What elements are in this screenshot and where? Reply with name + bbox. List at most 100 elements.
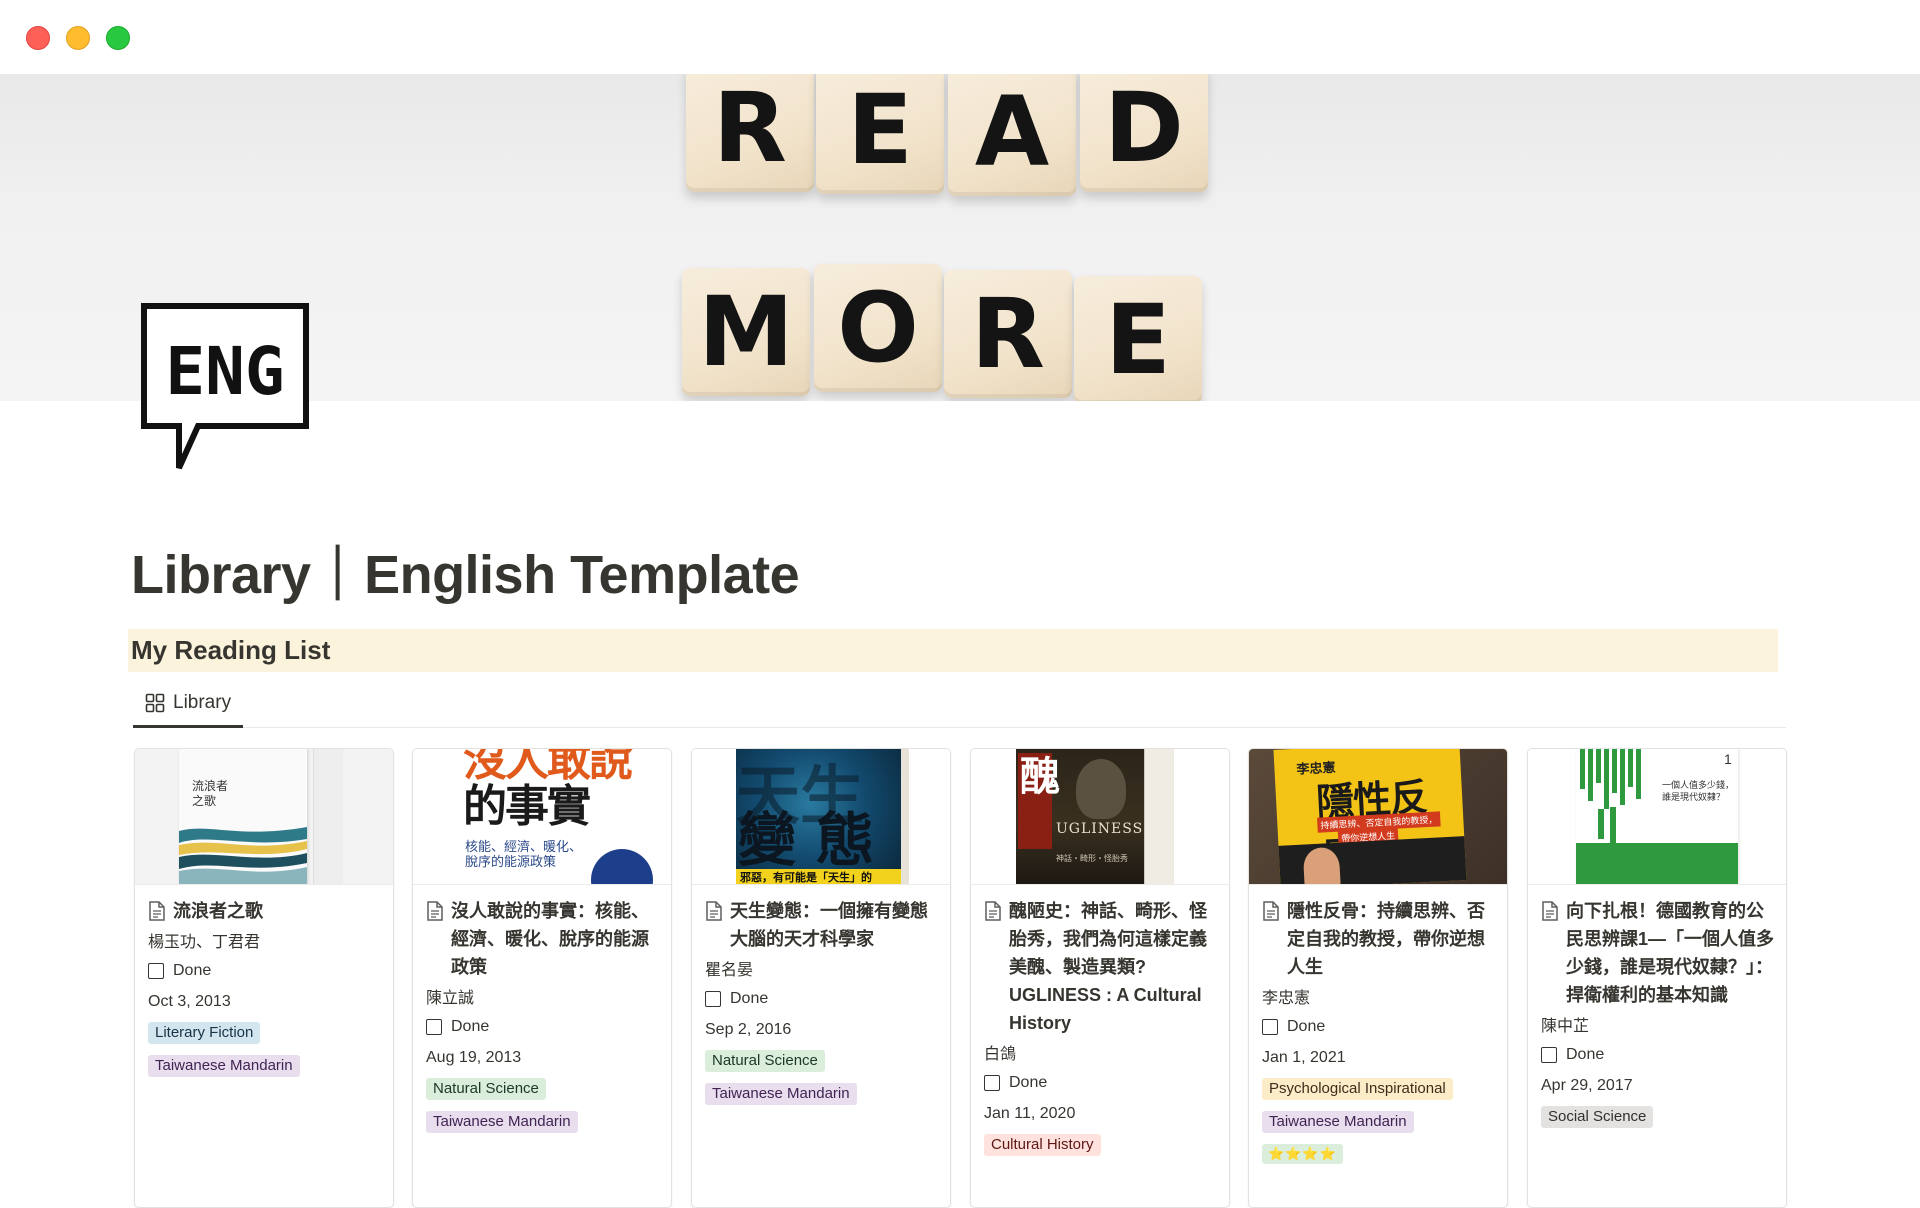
- cover-tile: E: [1074, 276, 1202, 401]
- gallery-card[interactable]: 1 一個人值多少錢， 誰是現代奴隸？ 向下扎根！德國教育的公民思辨課1—「一個人…: [1527, 748, 1787, 1208]
- card-title[interactable]: 醜陋史：神話、畸形、怪胎秀，我們為何這樣定義美醜、製造異類? UGLINESS …: [1009, 897, 1220, 1037]
- tag-genre: Natural Science: [426, 1078, 546, 1100]
- status-label: Done: [173, 962, 212, 979]
- reading-list-heading: My Reading List: [128, 629, 1778, 672]
- date: Apr 29, 2017: [1541, 1077, 1633, 1094]
- author: 白鴿: [984, 1046, 1017, 1063]
- gallery-card[interactable]: 李忠憲 隱性反骨 持續思辨、否定自我的教授， 帶你逆想人生 隱性反骨：持續思辨、…: [1248, 748, 1508, 1208]
- cover-title-line: 流浪者: [192, 779, 229, 793]
- author: 李忠憲: [1262, 990, 1311, 1007]
- cover-subtitle-line: 核能、經濟、暖化、: [465, 839, 583, 854]
- cover-tile: R: [944, 270, 1072, 398]
- tag-genre: Psychological Inspirational: [1262, 1078, 1453, 1100]
- database-view-tabs: Library: [133, 680, 1786, 728]
- page-icon: [149, 901, 165, 921]
- date: Jan 1, 2021: [1262, 1049, 1346, 1066]
- cover-tile: R: [686, 74, 814, 192]
- card-title[interactable]: 隱性反骨：持續思辨、否定自我的教授，帶你逆想人生: [1287, 897, 1498, 981]
- page-icon: [1263, 901, 1279, 921]
- cover-title-char: 醜: [1020, 755, 1060, 799]
- book-cover-thumbnail: 醜 UGLINESS 神話・畸形・怪胎秀: [971, 749, 1229, 885]
- gallery-view-icon: [145, 693, 165, 712]
- status-checkbox-row[interactable]: Done: [1541, 1046, 1777, 1064]
- cover-title-char: 變: [738, 808, 797, 873]
- page-icon: [985, 901, 1001, 921]
- cover-subtitle-line: 一個人值多少錢，: [1662, 780, 1735, 790]
- gallery-card[interactable]: 沒人敢說 的事實 核能、經濟、暖化、 脫序的能源政策 沒人敢說的事實：核能、經濟…: [412, 748, 672, 1208]
- tag-language: Taiwanese Mandarin: [705, 1083, 857, 1105]
- book-cover-thumbnail: 天生 變 態 邪惡，有可能是「天生」的: [692, 749, 950, 885]
- tab-library[interactable]: Library: [133, 680, 244, 728]
- status-label: Done: [1566, 1046, 1605, 1063]
- cover-subtitle-line: 脫序的能源政策: [465, 854, 557, 869]
- page-icon: [427, 901, 443, 921]
- status-label: Done: [451, 1018, 490, 1035]
- cover-tagline: 邪惡，有可能是「天生」的: [736, 869, 901, 884]
- status-checkbox[interactable]: [984, 1075, 1000, 1091]
- date: Aug 19, 2013: [426, 1049, 522, 1066]
- cover-subtitle: 神話・畸形・怪胎秀: [1056, 854, 1128, 863]
- status-label: Done: [1287, 1018, 1326, 1035]
- cover-title-line: 的事實: [463, 782, 591, 831]
- tag-genre: Literary Fiction: [148, 1022, 261, 1044]
- page-icon: [1542, 901, 1558, 921]
- status-checkbox-row[interactable]: Done: [1262, 1018, 1498, 1036]
- status-checkbox[interactable]: [705, 991, 721, 1007]
- status-label: Done: [730, 990, 769, 1007]
- author: 陳立誠: [426, 990, 475, 1007]
- speech-bubble-icon[interactable]: ENG: [140, 302, 312, 474]
- tag-language: Taiwanese Mandarin: [426, 1111, 578, 1133]
- window-titlebar: [0, 0, 1920, 74]
- cover-tile: E: [816, 74, 944, 194]
- author: 楊玉功、丁君君: [148, 934, 261, 951]
- date: Sep 2, 2016: [705, 1021, 792, 1038]
- status-checkbox-row[interactable]: Done: [426, 1018, 662, 1036]
- status-checkbox[interactable]: [148, 963, 164, 979]
- close-window-button[interactable]: [26, 26, 50, 50]
- status-label: Done: [1009, 1074, 1048, 1091]
- cover-subtitle-line: 誰是現代奴隸？: [1662, 792, 1726, 802]
- minimize-window-button[interactable]: [66, 26, 90, 50]
- gallery-card[interactable]: 流浪者 之歌 流浪者之歌 楊玉功、丁君君 Done Oct 3, 2013 Li…: [134, 748, 394, 1208]
- rating-stars: ⭐⭐⭐⭐: [1262, 1144, 1343, 1164]
- tag-genre: Cultural History: [984, 1134, 1101, 1156]
- book-cover-thumbnail: 流浪者 之歌: [135, 749, 393, 885]
- tab-label: Library: [173, 691, 232, 713]
- zoom-window-button[interactable]: [106, 26, 130, 50]
- cover-tile: M: [682, 268, 810, 396]
- reading-list-heading-text: My Reading List: [131, 635, 331, 665]
- status-checkbox[interactable]: [426, 1019, 442, 1035]
- gallery-card[interactable]: 醜 UGLINESS 神話・畸形・怪胎秀 醜陋史：神話、畸形、怪胎秀，我們為何這…: [970, 748, 1230, 1208]
- cover-tile: A: [948, 74, 1076, 196]
- status-checkbox-row[interactable]: Done: [148, 962, 384, 980]
- card-title[interactable]: 沒人敢說的事實：核能、經濟、暖化、脫序的能源政策: [451, 897, 662, 981]
- status-checkbox-row[interactable]: Done: [984, 1074, 1220, 1092]
- date: Oct 3, 2013: [148, 993, 231, 1010]
- date: Jan 11, 2020: [984, 1105, 1076, 1122]
- card-title[interactable]: 天生變態：一個擁有變態大腦的天才科學家: [730, 897, 941, 953]
- cover-tile: D: [1080, 74, 1208, 192]
- cover-volume-number: 1: [1724, 751, 1732, 767]
- book-cover-thumbnail: 1 一個人值多少錢， 誰是現代奴隸？: [1528, 749, 1786, 885]
- cover-title-char: 態: [816, 808, 875, 873]
- author: 陳中芷: [1541, 1018, 1590, 1035]
- book-cover-thumbnail: 沒人敢說 的事實 核能、經濟、暖化、 脫序的能源政策: [413, 749, 671, 885]
- tag-language: Taiwanese Mandarin: [148, 1055, 300, 1077]
- book-cover-thumbnail: 李忠憲 隱性反骨 持續思辨、否定自我的教授， 帶你逆想人生: [1249, 749, 1507, 885]
- tag-genre: Social Science: [1541, 1106, 1654, 1128]
- cover-title-line: 沒人敢說: [463, 749, 633, 785]
- gallery-card[interactable]: 天生 變 態 邪惡，有可能是「天生」的 天生變態：一個擁有變態大腦的天才科學家 …: [691, 748, 951, 1208]
- card-title[interactable]: 向下扎根！德國教育的公民思辨課1—「一個人值多少錢，誰是現代奴隸？」：捍衛權利的…: [1566, 897, 1777, 1009]
- page-title[interactable]: Library｜English Template: [131, 530, 800, 609]
- cover-english-title: UGLINESS: [1056, 821, 1144, 837]
- page-icon: [706, 901, 722, 921]
- tag-language: Taiwanese Mandarin: [1262, 1111, 1414, 1133]
- status-checkbox[interactable]: [1262, 1019, 1278, 1035]
- status-checkbox-row[interactable]: Done: [705, 990, 941, 1008]
- status-checkbox[interactable]: [1541, 1047, 1557, 1063]
- cover-title-line: 之歌: [192, 794, 217, 808]
- page-icon-label: ENG: [165, 333, 284, 410]
- author: 瞿名晏: [705, 962, 754, 979]
- card-title[interactable]: 流浪者之歌: [173, 897, 263, 925]
- cover-tile: O: [814, 264, 942, 392]
